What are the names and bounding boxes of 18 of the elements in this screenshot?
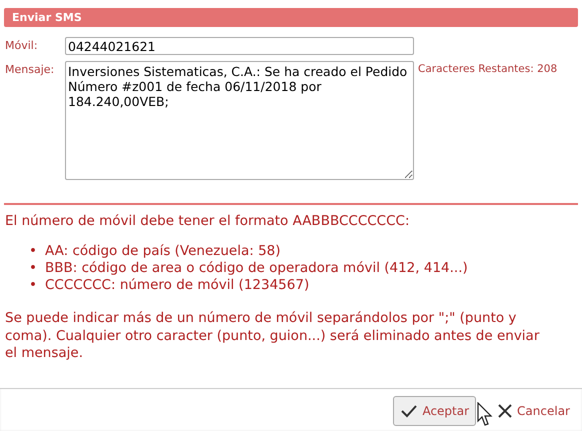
accept-button[interactable]: Aceptar	[393, 396, 476, 426]
phone-input-field[interactable]: 04244021621	[65, 37, 414, 55]
format-list-item: BBB: código de area o código de operadora móvil (412, 414...)	[45, 260, 468, 277]
cancel-button[interactable]: Cancelar	[493, 396, 574, 426]
field-label: Mensaje:	[4, 62, 56, 76]
format-description: El número de móvil debe tener el formato AABBBCCCCCCC:	[5, 213, 411, 229]
format-list-item: CCCCCCC: número de móvil (1234567)	[45, 277, 310, 294]
mouse-cursor-icon	[477, 402, 494, 428]
bullet: •	[29, 243, 38, 260]
field-label: Móvil:	[4, 38, 39, 52]
dialog-title: Enviar SMS	[12, 11, 82, 24]
close-icon	[497, 402, 514, 418]
remaining-characters: Caracteres Restantes: 208	[417, 62, 558, 75]
bullet: •	[29, 260, 38, 277]
message-input-field[interactable]: Inversiones Sistematicas, C.A.: Se ha creado el Pedido Número #z001 de fecha 06/11/2018 por 184.240,00VEB;	[65, 61, 414, 180]
separator-note: Se puede indicar más de un número de móvil separándolos por ";" (punto y coma). Cualquier otro caracter (punto, guion...) será eliminado antes de enviar el mensaje.	[5, 310, 540, 362]
format-list-item: AA: código de país (Venezuela: 58)	[45, 243, 281, 260]
bullet: •	[29, 277, 38, 294]
